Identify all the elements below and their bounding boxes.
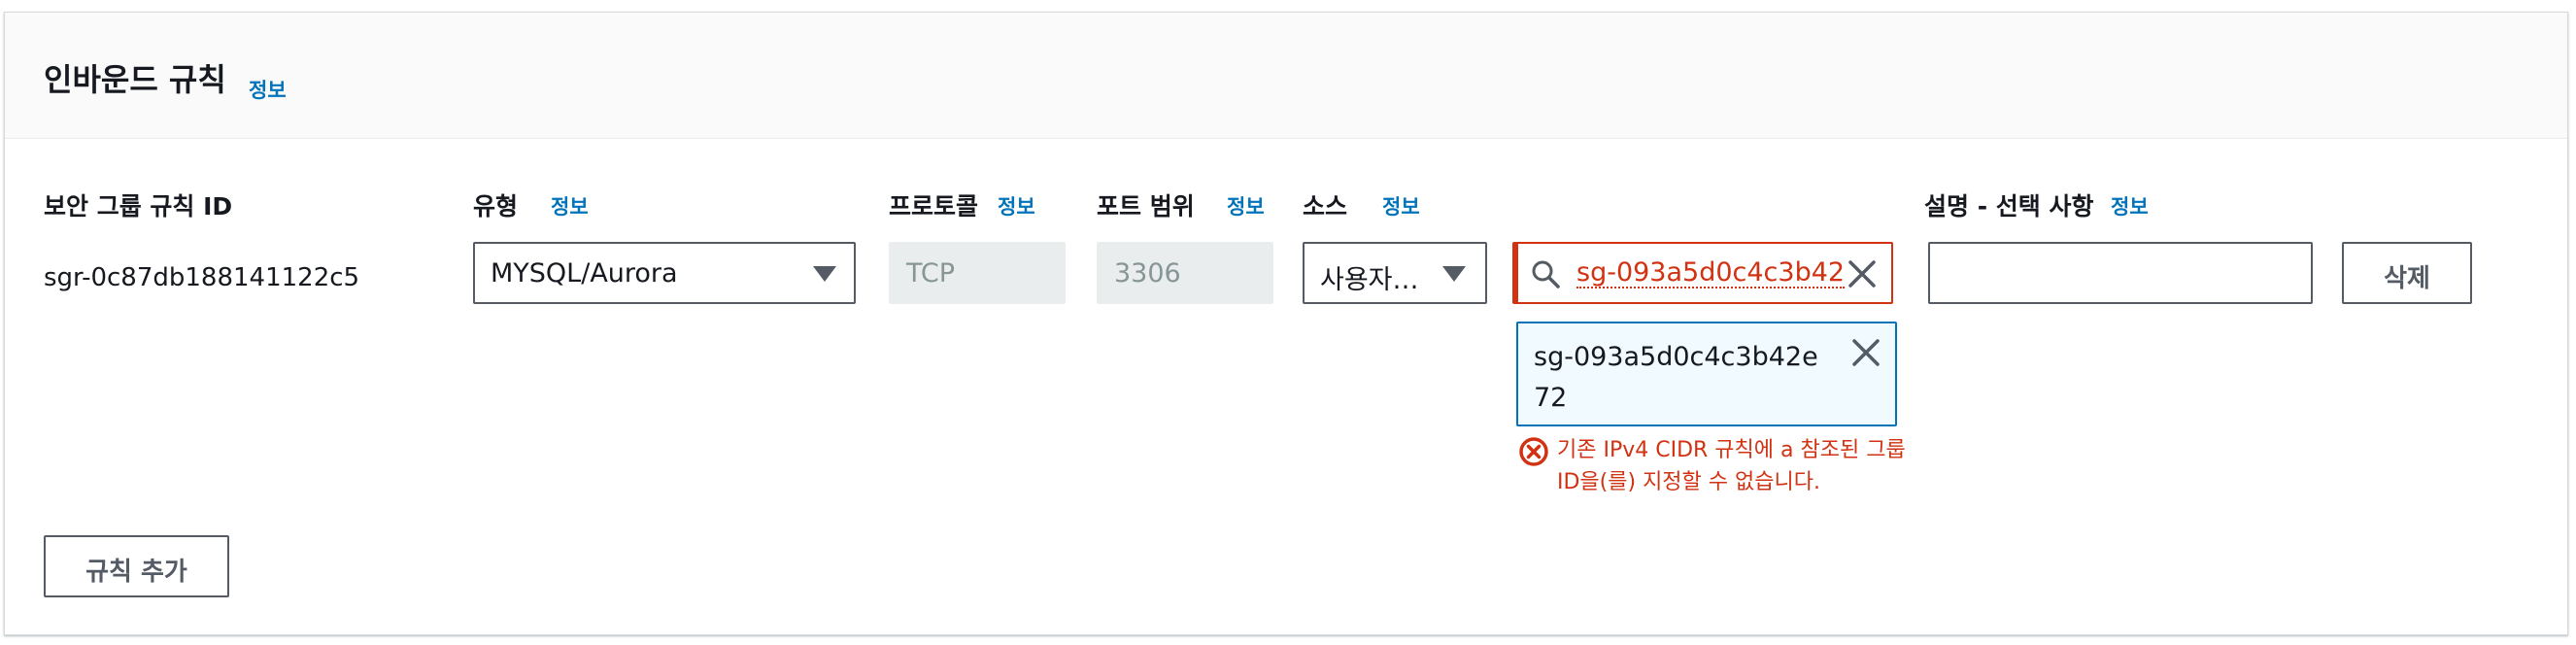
dismiss-token-icon[interactable] bbox=[1850, 337, 1881, 368]
delete-rule-button[interactable]: 삭제 bbox=[2342, 242, 2472, 304]
column-label-protocol: 프로토콜 bbox=[889, 192, 979, 221]
page-title: 인바운드 규칙 bbox=[44, 61, 226, 98]
inbound-rules-panel: 인바운드 규칙 정보 보안 그룹 규칙 ID 유형 정보 프로토콜 정보 포트 … bbox=[4, 12, 2568, 635]
search-icon bbox=[1530, 258, 1561, 289]
protocol-info-link[interactable]: 정보 bbox=[998, 191, 1035, 221]
source-type-value: 사용자… bbox=[1320, 265, 1419, 295]
add-rule-button[interactable]: 규칙 추가 bbox=[44, 535, 229, 597]
protocol-field: TCP bbox=[889, 242, 1066, 304]
error-icon bbox=[1518, 436, 1549, 467]
column-label-source: 소스 bbox=[1303, 192, 1348, 221]
header-info-link[interactable]: 정보 bbox=[249, 75, 287, 104]
error-message: 기존 IPv4 CIDR 규칙에 a 참조된 그룹 ID을(를) 지정할 수 없… bbox=[1557, 438, 1906, 494]
port-range-value: 3306 bbox=[1114, 258, 1181, 289]
type-info-link[interactable]: 정보 bbox=[551, 191, 589, 221]
protocol-value: TCP bbox=[906, 258, 956, 289]
description-input[interactable] bbox=[1928, 242, 2313, 304]
caret-down-icon bbox=[813, 266, 836, 282]
source-search-value[interactable]: sg-093a5d0c4c3b42 bbox=[1576, 259, 1846, 289]
source-token-value: sg-093a5d0c4c3b42e72 bbox=[1534, 342, 1818, 413]
column-label-port-range: 포트 범위 bbox=[1097, 192, 1195, 221]
type-select[interactable]: MYSQL/Aurora bbox=[473, 242, 856, 304]
column-label-type: 유형 bbox=[473, 192, 519, 221]
source-token: sg-093a5d0c4c3b42e72 bbox=[1516, 322, 1897, 426]
rule-id-value: sgr-0c87db188141122c5 bbox=[44, 263, 360, 292]
column-label-rule-id: 보안 그룹 규칙 ID bbox=[44, 192, 233, 221]
source-search-input[interactable]: sg-093a5d0c4c3b42 bbox=[1512, 242, 1893, 304]
source-type-select[interactable]: 사용자… bbox=[1303, 242, 1487, 304]
caret-down-icon bbox=[1442, 266, 1466, 282]
description-info-link[interactable]: 정보 bbox=[2111, 191, 2149, 221]
type-select-value: MYSQL/Aurora bbox=[491, 258, 678, 289]
panel-header: 인바운드 규칙 정보 bbox=[5, 13, 2567, 139]
column-label-description: 설명 - 선택 사항 bbox=[1924, 192, 2094, 221]
port-range-field: 3306 bbox=[1097, 242, 1273, 304]
clear-search-icon[interactable] bbox=[1847, 258, 1878, 289]
source-info-link[interactable]: 정보 bbox=[1382, 191, 1420, 221]
port-range-info-link[interactable]: 정보 bbox=[1227, 191, 1265, 221]
